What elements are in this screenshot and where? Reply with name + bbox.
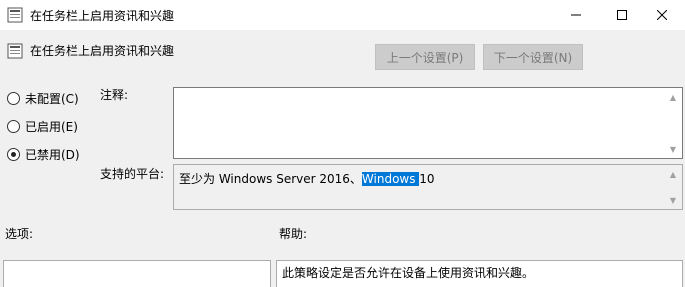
setting-title: 在任务栏上启用资讯和兴趣 (30, 44, 175, 58)
scroll-up-icon[interactable]: ▲ (667, 92, 679, 102)
options-panel (3, 260, 271, 287)
maximize-icon (617, 10, 627, 20)
supported-platform-text: 至少为 Windows Server 2016、Windows 10 (179, 170, 435, 187)
radio-circle-checked (7, 147, 20, 161)
help-panel: 此策略设定是否允许在设备上使用资讯和兴趣。 (276, 260, 683, 287)
close-button[interactable] (639, 0, 685, 30)
radio-circle (7, 91, 20, 105)
supported-platform-box[interactable]: 至少为 Windows Server 2016、Windows 10 ▲ ▼ (173, 164, 683, 210)
minimize-button[interactable] (553, 0, 599, 30)
policy-icon (7, 7, 23, 23)
platform-text-after: 10 (419, 172, 435, 186)
supported-platform-label: 支持的平台: (100, 167, 165, 181)
close-icon (657, 10, 667, 20)
scroll-down-icon[interactable]: ▼ (667, 144, 679, 154)
radio-circle (7, 119, 20, 133)
next-setting-button[interactable]: 下一个设置(N) (483, 44, 583, 70)
platform-text-selected: Windows (361, 172, 420, 186)
help-text: 此策略设定是否允许在设备上使用资讯和兴趣。 (282, 266, 535, 280)
radio-label: 已禁用(D) (25, 147, 80, 162)
radio-label: 已启用(E) (25, 119, 78, 134)
radio-not-configured[interactable]: 未配置(C) (7, 89, 79, 107)
scroll-down-icon[interactable]: ▼ (667, 195, 679, 205)
window-title: 在任务栏上启用资讯和兴趣 (30, 9, 175, 23)
scroll-up-icon[interactable]: ▲ (667, 169, 679, 179)
platform-text-before: 至少为 Windows Server 2016、 (179, 172, 362, 186)
comment-textarea[interactable]: ▲ ▼ (173, 87, 683, 159)
radio-label: 未配置(C) (25, 91, 79, 106)
previous-setting-button[interactable]: 上一个设置(P) (375, 44, 475, 70)
options-label: 选项: (5, 227, 34, 241)
setting-icon (7, 43, 23, 59)
title-bar: 在任务栏上启用资讯和兴趣 (0, 0, 685, 30)
radio-enabled[interactable]: 已启用(E) (7, 117, 78, 135)
help-label: 帮助: (279, 227, 308, 241)
comment-label: 注释: (100, 88, 129, 102)
radio-disabled[interactable]: 已禁用(D) (7, 145, 80, 163)
minimize-icon (571, 14, 581, 16)
